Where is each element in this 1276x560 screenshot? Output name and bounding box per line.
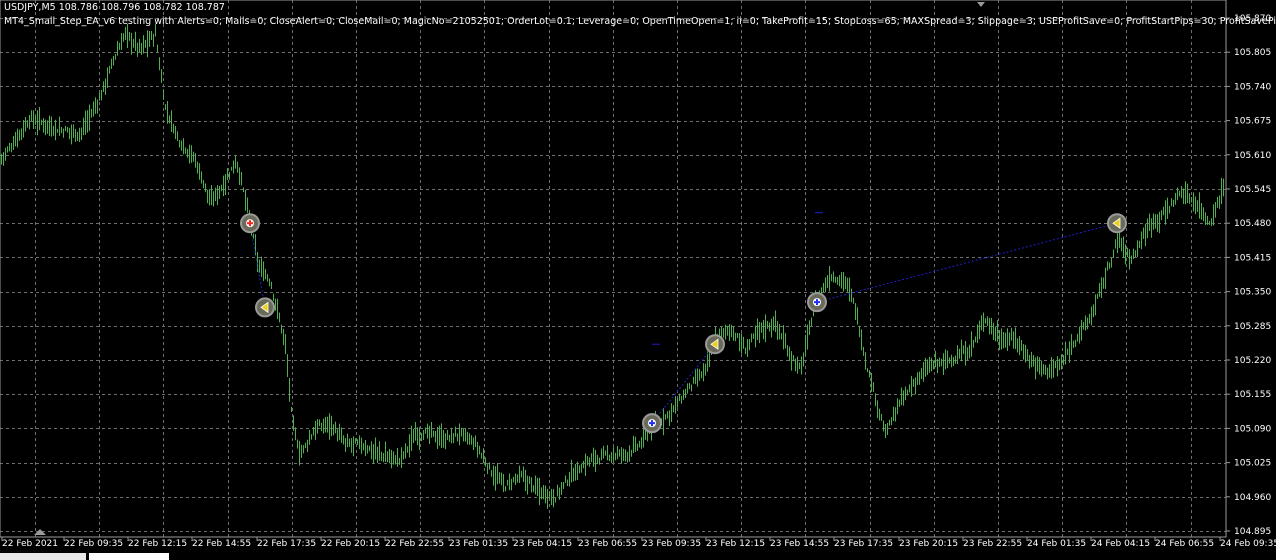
y-tick-label: 105.025	[1234, 459, 1271, 469]
time-axis: 22 Feb 2021 22 Feb 09:35 22 Feb 12:15 22 Fe…	[1, 537, 1276, 549]
x-tick-label: 22 Feb 12:15	[128, 539, 187, 549]
x-tick-label: 22 Feb 17:35	[257, 539, 316, 549]
y-tick-label: 105.090	[1234, 424, 1271, 434]
y-tick-label: 105.740	[1234, 82, 1271, 92]
x-tick-label: 22 Feb 20:15	[321, 539, 380, 549]
price-axis: 105.870105.805105.740105.675105.610105.5…	[1226, 14, 1271, 537]
y-tick-label: 105.480	[1234, 219, 1271, 229]
order-marker-yellow-arrow[interactable]	[255, 297, 275, 318]
y-tick-label: 105.415	[1234, 253, 1271, 263]
x-tick-label: 24 Feb 01:35	[1027, 539, 1086, 549]
trade-line	[651, 343, 716, 424]
chart-tab-2[interactable]	[89, 553, 169, 560]
order-marker-red-cross[interactable]	[240, 213, 260, 234]
chart-tabs	[0, 553, 1276, 560]
y-tick-label: 105.350	[1234, 288, 1271, 298]
x-tick-label: 23 Feb 14:55	[770, 539, 829, 549]
symbol-info: USDJPY,M5 108.786 108.796 108.782 108.78…	[4, 2, 225, 13]
x-tick-label: 22 Feb 09:35	[64, 539, 123, 549]
order-marker-blue-cross[interactable]	[642, 413, 662, 434]
x-tick-label: 22 Feb 2021	[2, 539, 58, 549]
x-tick-label: 23 Feb 12:15	[706, 539, 765, 549]
order-marker-yellow-arrow[interactable]	[1107, 213, 1127, 234]
price-chart[interactable]: 105.870105.805105.740105.675105.610105.5…	[0, 0, 1276, 560]
y-tick-label: 105.805	[1234, 48, 1271, 58]
y-tick-label: 104.895	[1234, 527, 1271, 537]
period-separator-icon	[977, 2, 985, 7]
y-tick-label: 105.675	[1234, 117, 1271, 127]
x-tick-label: 22 Feb 14:55	[192, 539, 251, 549]
x-tick-label: 24 Feb 09:35	[1220, 539, 1276, 549]
y-tick-label: 105.610	[1234, 151, 1271, 161]
y-tick-label: 105.220	[1234, 356, 1271, 366]
x-tick-label: 23 Feb 17:35	[834, 539, 893, 549]
price-bars	[1, 23, 1224, 509]
ea-parameters: MT4_Small_Step_EA_v6 testing with Alerts…	[4, 16, 1276, 27]
x-tick-label: 22 Feb 22:55	[385, 539, 444, 549]
x-tick-label: 23 Feb 06:55	[578, 539, 637, 549]
x-tick-label: 23 Feb 20:15	[899, 539, 958, 549]
x-tick-label: 23 Feb 04:15	[513, 539, 572, 549]
order-marker-blue-cross[interactable]	[807, 292, 827, 313]
x-tick-label: 23 Feb 09:35	[642, 539, 701, 549]
chart-tab-1[interactable]	[0, 553, 86, 560]
y-tick-label: 104.960	[1234, 493, 1271, 503]
x-tick-label: 24 Feb 04:15	[1091, 539, 1150, 549]
x-tick-label: 23 Feb 01:35	[449, 539, 508, 549]
y-tick-label: 105.285	[1234, 322, 1271, 332]
trade-line	[816, 222, 1118, 303]
y-tick-label: 105.155	[1234, 390, 1271, 400]
order-marker-yellow-arrow[interactable]	[705, 334, 725, 355]
x-tick-label: 24 Feb 06:55	[1155, 539, 1214, 549]
x-tick-label: 23 Feb 22:55	[963, 539, 1022, 549]
y-tick-label: 105.545	[1234, 185, 1271, 195]
